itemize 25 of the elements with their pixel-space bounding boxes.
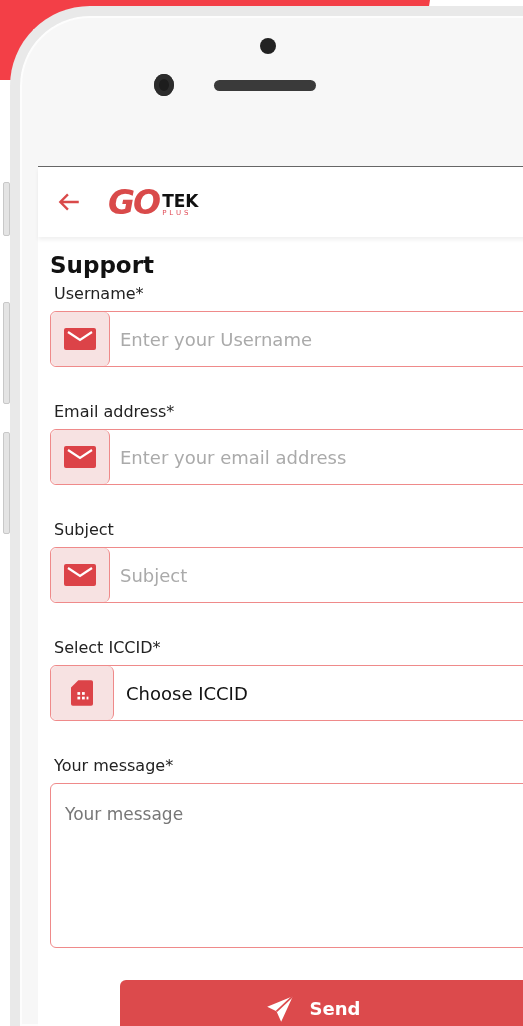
select-field[interactable]: Choose ICCID: [50, 665, 523, 721]
field-label: Subject: [54, 519, 115, 541]
mail-icon: [64, 564, 96, 586]
logo-text: GO: [108, 185, 160, 219]
field-label: Your message*: [54, 755, 175, 777]
field-label: Email address*: [54, 401, 176, 423]
camera-icon: [154, 74, 174, 96]
message-field[interactable]: Your message: [50, 783, 523, 948]
mail-icon: [64, 446, 96, 468]
speaker-grille-icon: [214, 79, 316, 91]
text-input[interactable]: Enter your email address: [110, 430, 523, 484]
send-button[interactable]: Send: [120, 980, 523, 1026]
field-label: Username*: [54, 283, 145, 305]
page-title: Support: [50, 251, 155, 279]
mail-icon: [64, 328, 96, 350]
sensor-dot-icon: [260, 38, 276, 54]
text-input[interactable]: Subject: [110, 548, 523, 602]
logo-text: TEK: [162, 192, 199, 210]
input-field[interactable]: Enter your Username: [50, 311, 523, 367]
input-field[interactable]: Subject: [50, 547, 523, 603]
sim-card-icon: [71, 680, 93, 706]
paper-plane-icon: [265, 994, 294, 1023]
input-field[interactable]: Enter your email address: [50, 429, 523, 485]
field-label: Select ICCID*: [54, 637, 162, 659]
text-input[interactable]: Enter your Username: [110, 312, 523, 366]
